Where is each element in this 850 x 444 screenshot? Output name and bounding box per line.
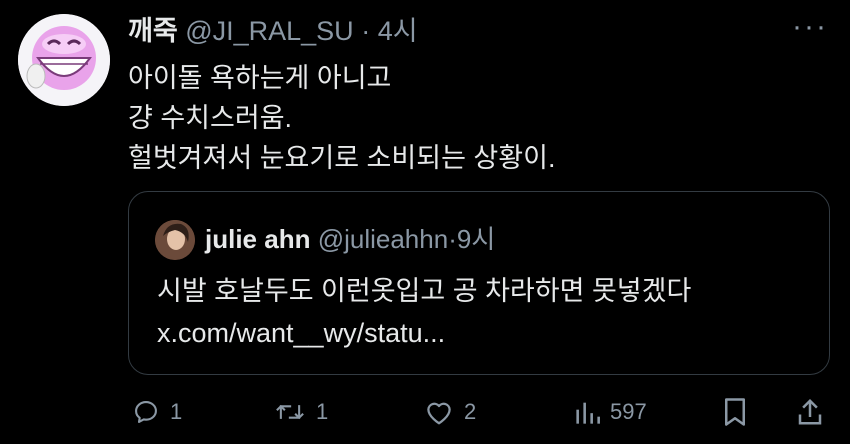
- views-count: 597: [610, 399, 647, 424]
- like-button[interactable]: 2: [424, 392, 476, 432]
- display-name[interactable]: 깨죽: [128, 16, 178, 46]
- avatar[interactable]: [18, 14, 110, 106]
- reply-count: 1: [170, 399, 183, 424]
- quoted-handle: @julieahhn: [317, 224, 449, 254]
- portrait-icon: [155, 220, 195, 260]
- more-options-button[interactable]: ···: [792, 10, 828, 44]
- share-button[interactable]: [796, 392, 824, 432]
- heart-icon: [427, 402, 451, 425]
- like-count: 2: [464, 399, 477, 424]
- separator: ·: [361, 16, 371, 46]
- retweet-icon: [276, 404, 304, 420]
- tweet-header: 깨죽 @JI_RAL_SU · 4시: [128, 14, 418, 48]
- bookmark-button[interactable]: [722, 392, 748, 432]
- quoted-text: 시발 호날두도 이런옷입고 공 차라하면 못넣겠다 x.com/want__wy…: [157, 270, 691, 354]
- action-bar: 1 1 2 597: [128, 392, 830, 432]
- tweet-text-line: 걍 수치스러움.: [128, 103, 293, 133]
- quoted-separator: ·: [448, 224, 457, 254]
- grinning-face-avatar-icon: [18, 14, 110, 106]
- reply-button[interactable]: 1: [132, 392, 182, 432]
- quoted-tweet[interactable]: julie ahn @julieahhn·9시 시발 호날두도 이런옷입고 공 …: [128, 191, 830, 375]
- retweet-count: 1: [316, 399, 329, 424]
- reply-icon: [135, 401, 157, 423]
- retweet-button[interactable]: 1: [274, 392, 328, 432]
- quoted-header: julie ahn @julieahhn·9시: [205, 222, 495, 256]
- quoted-text-line: 시발 호날두도 이런옷입고 공 차라하면 못넣겠다: [157, 276, 692, 306]
- bookmark-icon: [725, 398, 745, 426]
- handle[interactable]: @JI_RAL_SU: [185, 16, 353, 46]
- tweet-text-line: 아이돌 욕하는게 아니고: [128, 63, 392, 93]
- quoted-avatar: [155, 220, 195, 260]
- ellipsis-icon: ···: [792, 10, 828, 43]
- views-button[interactable]: 597: [574, 392, 647, 432]
- bar-chart-icon: [576, 402, 600, 424]
- quoted-display-name: julie ahn: [205, 224, 311, 254]
- timestamp[interactable]: 4시: [378, 16, 418, 46]
- tweet-text-line: 헐벗겨져서 눈요기로 소비되는 상황이.: [128, 143, 556, 173]
- quoted-link[interactable]: x.com/want__wy/statu...: [157, 312, 691, 354]
- tweet-text: 아이돌 욕하는게 아니고 걍 수치스러움. 헐벗겨져서 눈요기로 소비되는 상황…: [128, 58, 555, 178]
- share-icon: [798, 398, 822, 425]
- quoted-timestamp: 9시: [456, 224, 496, 254]
